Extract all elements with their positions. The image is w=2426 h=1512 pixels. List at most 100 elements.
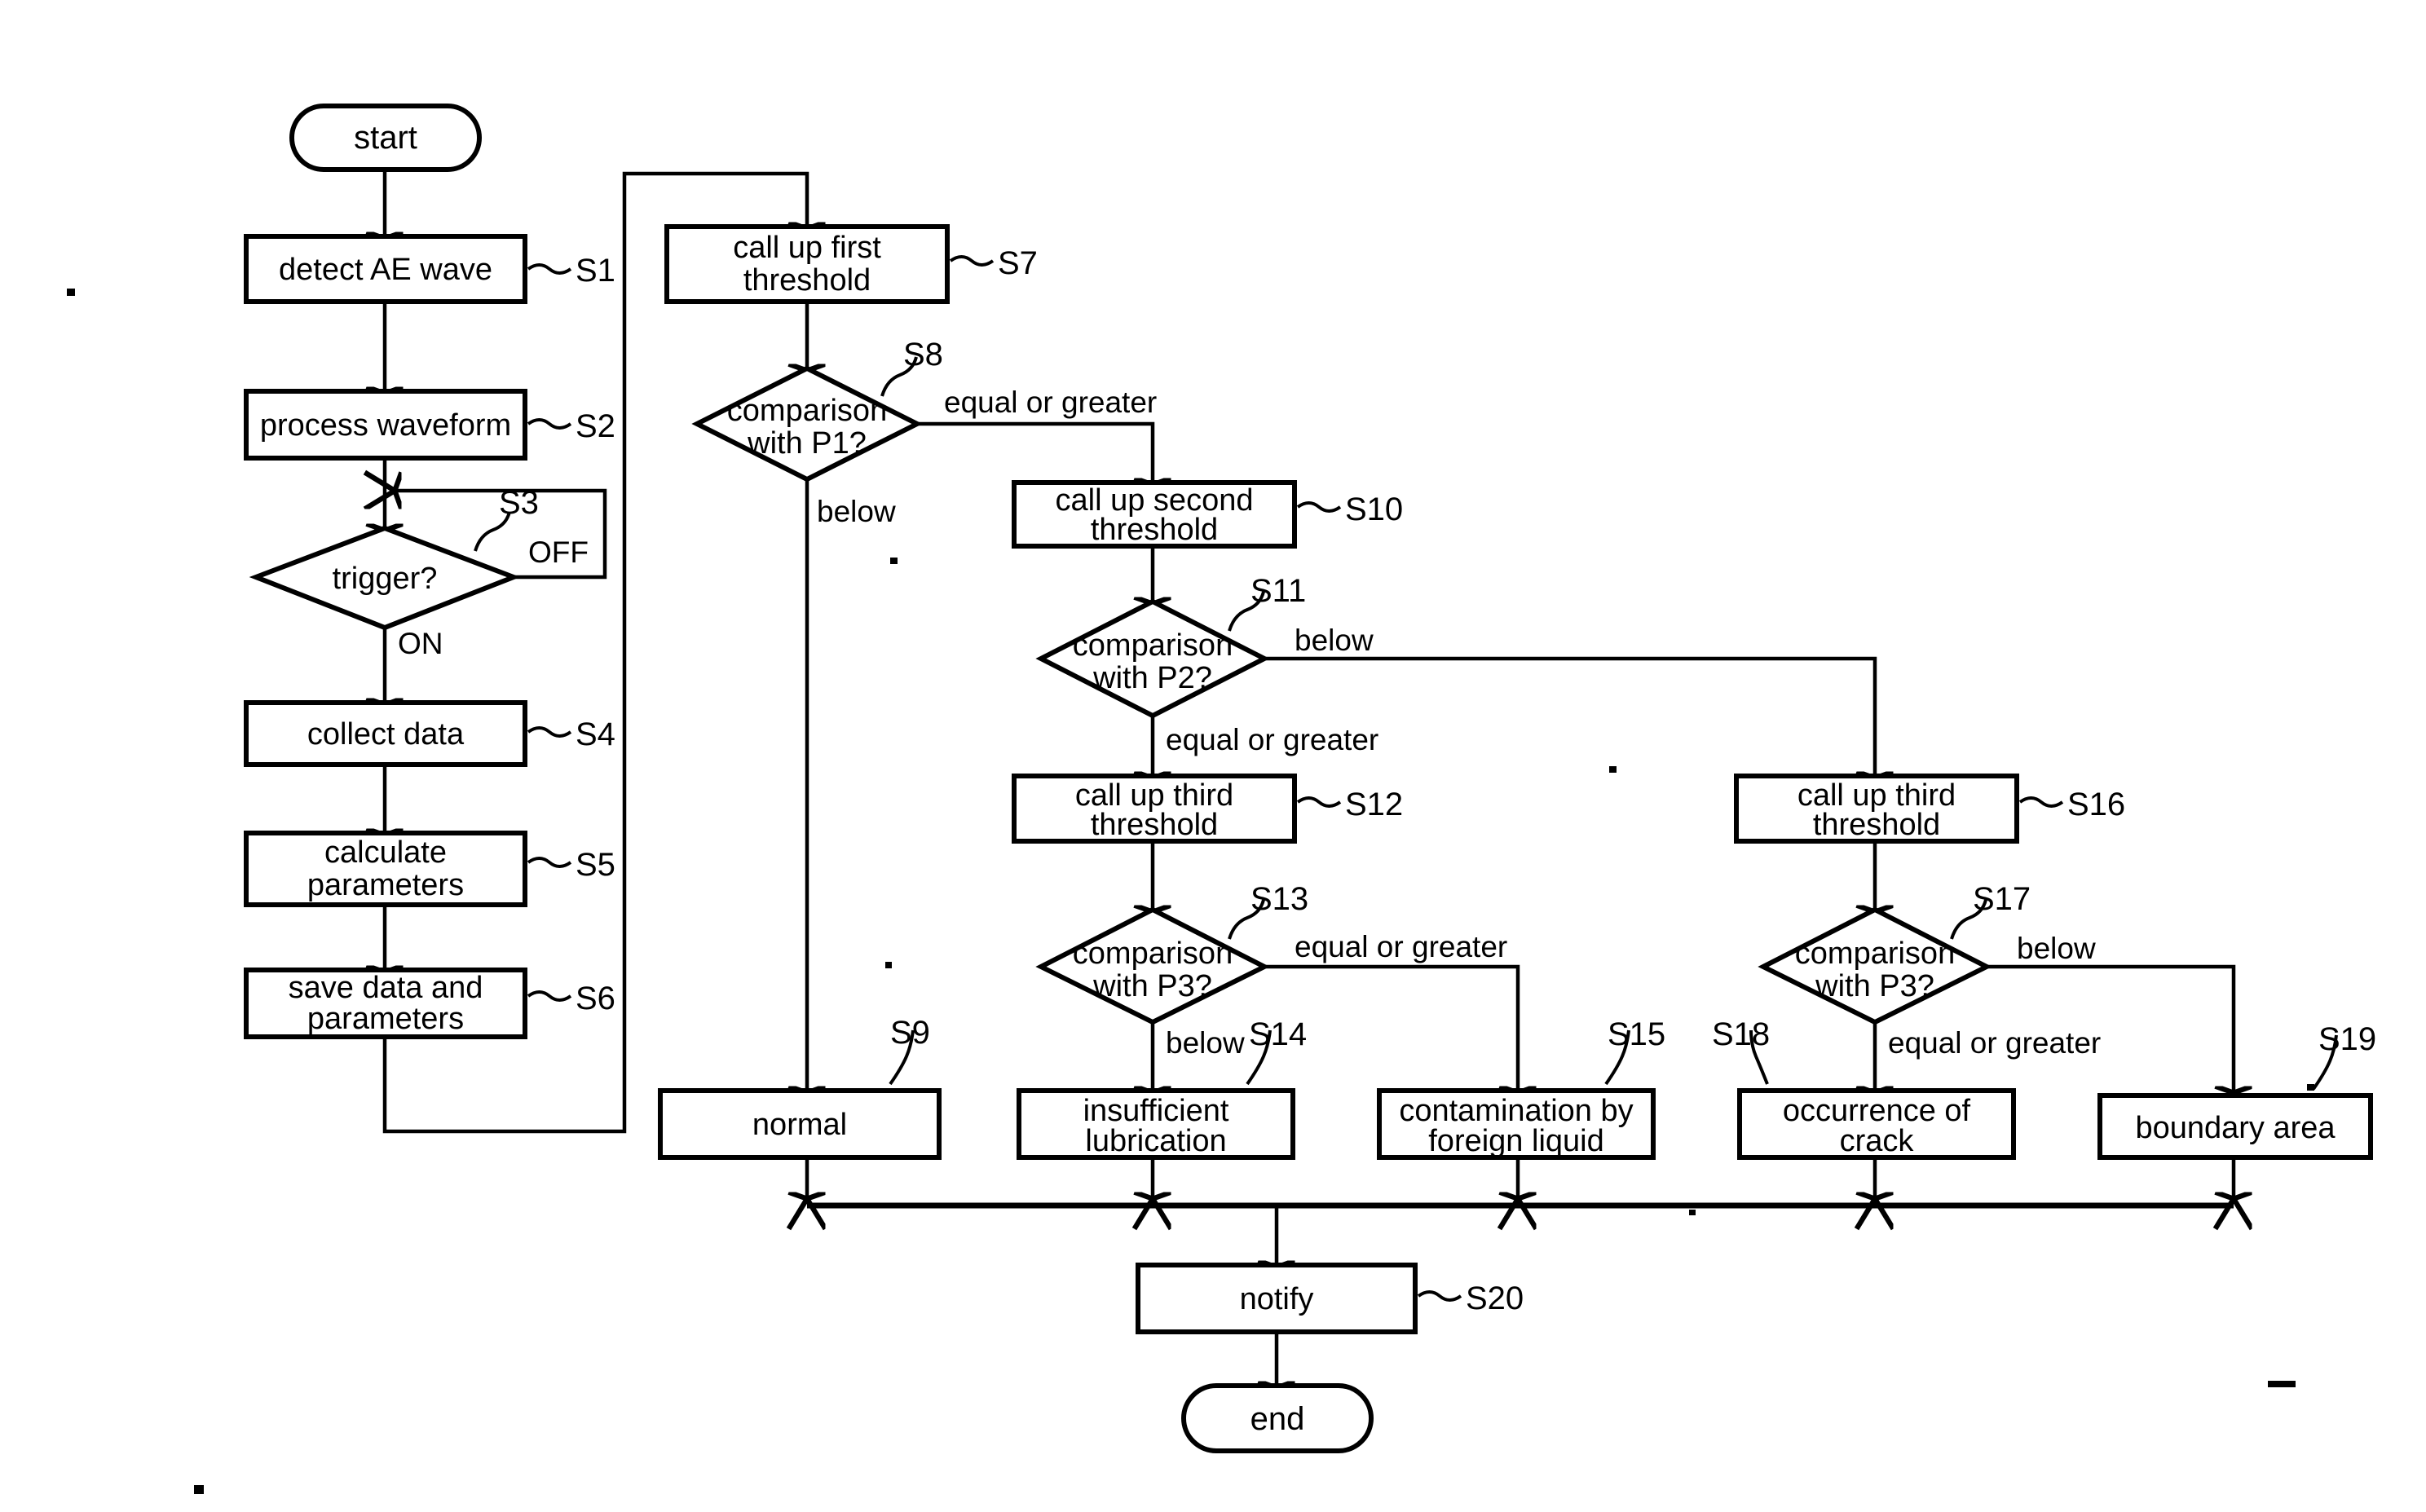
scan-speck [2307, 1084, 2314, 1091]
s19-step: S19 [2318, 1021, 2376, 1057]
s2-label: process waveform [260, 408, 511, 443]
node-s11: comparison with P2? S11 below equal or g… [1035, 573, 1378, 756]
s5-label-line2: parameters [307, 868, 464, 902]
s20-label: notify [1240, 1282, 1314, 1316]
scan-speck [1689, 1210, 1696, 1215]
s8-ge-label: equal or greater [944, 386, 1157, 419]
s5-label-line1: calculate [324, 835, 447, 870]
s8-label-line1: comparison [727, 394, 887, 428]
s9-step: S9 [890, 1015, 930, 1051]
s18-label-line1: occurrence of [1783, 1094, 1971, 1128]
s11-ge-label: equal or greater [1166, 723, 1378, 756]
s18-step: S18 [1712, 1016, 1770, 1052]
s9-label: normal [752, 1108, 847, 1142]
s14-label-line1: insufficient [1083, 1094, 1229, 1128]
s6-step: S6 [576, 981, 615, 1016]
s17-ge-label: equal or greater [1888, 1026, 2101, 1060]
node-s15: contamination by foreign liquid S15 [1377, 1016, 1665, 1160]
end-terminal-label: end [1250, 1401, 1305, 1437]
s7-leader [949, 255, 995, 267]
s13-label-line2: with P3? [1092, 969, 1212, 1003]
s7-label-line1: call up first [733, 231, 881, 265]
node-s3: trigger? S3 OFF ON [249, 485, 589, 660]
node-s1: detect AE wave S1 [244, 234, 615, 304]
node-end: end [1181, 1383, 1374, 1453]
s17-label-line2: with P3? [1815, 969, 1934, 1003]
s7-step: S7 [998, 245, 1038, 281]
s5-step: S5 [576, 847, 615, 883]
s3-on-label: ON [398, 627, 443, 660]
node-s12: call up third threshold S12 [1012, 774, 1403, 844]
s3-label: trigger? [333, 562, 438, 596]
s1-step: S1 [576, 253, 615, 289]
s10-leader [1296, 501, 1342, 513]
s17-label-line1: comparison [1795, 937, 1955, 971]
s17-below-label: below [2017, 932, 2096, 965]
scan-speck [2268, 1381, 2296, 1387]
s13-label-line1: comparison [1073, 937, 1233, 971]
scan-speck [67, 289, 75, 296]
s1-leader [527, 263, 572, 275]
s15-label-line1: contamination by [1399, 1094, 1633, 1128]
s11-label-line1: comparison [1073, 628, 1233, 663]
node-s9: normal S9 [658, 1015, 942, 1160]
node-start: start [289, 104, 482, 172]
s18-label-line2: crack [1840, 1124, 1915, 1158]
s10-step: S10 [1345, 492, 1403, 527]
s12-label-line2: threshold [1091, 808, 1218, 842]
s14-step: S14 [1249, 1016, 1307, 1052]
s17-step: S17 [1973, 881, 2031, 917]
s5-leader [527, 857, 572, 868]
s19-label: boundary area [2135, 1111, 2336, 1145]
node-s4: collect data S4 [244, 700, 615, 767]
s7-label-line2: threshold [743, 263, 871, 298]
s8-below-label: below [817, 495, 896, 528]
flowchart-page: start detect AE wave S1 process waveform… [0, 0, 2426, 1512]
s13-below-label: below [1166, 1026, 1245, 1060]
s13-step: S13 [1250, 881, 1308, 917]
s13-ge-label: equal or greater [1295, 930, 1507, 963]
s6-leader [527, 990, 572, 1002]
s14-label-line2: lubrication [1085, 1124, 1226, 1158]
s4-leader [527, 726, 572, 738]
s4-step: S4 [576, 716, 615, 752]
s6-label-line2: parameters [307, 1002, 464, 1036]
s12-step: S12 [1345, 787, 1403, 822]
node-s5: calculate parameters S5 [244, 831, 615, 907]
s8-label-line2: with P1? [747, 426, 867, 461]
edge-s8-ge-to-s10 [917, 421, 1153, 483]
s11-step: S11 [1250, 573, 1306, 609]
node-s6: save data and parameters S6 [244, 968, 615, 1039]
s20-leader [1417, 1290, 1462, 1302]
s20-step: S20 [1466, 1281, 1524, 1316]
node-s2: process waveform S2 [244, 389, 615, 461]
s3-off-label: OFF [528, 536, 589, 569]
s3-step: S3 [499, 485, 539, 521]
s11-below-label: below [1295, 624, 1374, 657]
s4-label: collect data [307, 717, 465, 752]
s11-label-line2: with P2? [1092, 661, 1212, 695]
s16-label-line2: threshold [1813, 808, 1940, 842]
s6-label-line1: save data and [289, 971, 483, 1005]
edge-s11-below-to-s16 [1264, 656, 1875, 776]
s15-step: S15 [1608, 1016, 1665, 1052]
scan-speck [890, 558, 898, 564]
node-s16: call up third threshold S16 [1734, 774, 2125, 844]
node-s7: call up first threshold S7 [664, 224, 1038, 304]
s2-step: S2 [576, 408, 615, 444]
s2-leader [527, 418, 572, 430]
node-s10: call up second threshold S10 [1012, 480, 1403, 549]
scan-speck [1609, 766, 1617, 773]
node-s17: comparison with P3? S17 below equal or g… [1758, 881, 2101, 1060]
node-s19: boundary area S19 [2097, 1021, 2376, 1160]
s8-step: S8 [903, 337, 943, 372]
s12-leader [1296, 796, 1342, 808]
s10-label-line2: threshold [1091, 513, 1218, 547]
s1-label: detect AE wave [279, 253, 492, 287]
scan-speck [885, 962, 892, 968]
node-s14: insufficient lubrication S14 [1017, 1016, 1307, 1160]
scan-speck [194, 1485, 204, 1494]
s15-label-line2: foreign liquid [1428, 1124, 1603, 1158]
start-terminal-label: start [354, 120, 417, 156]
s16-leader [2018, 796, 2064, 808]
